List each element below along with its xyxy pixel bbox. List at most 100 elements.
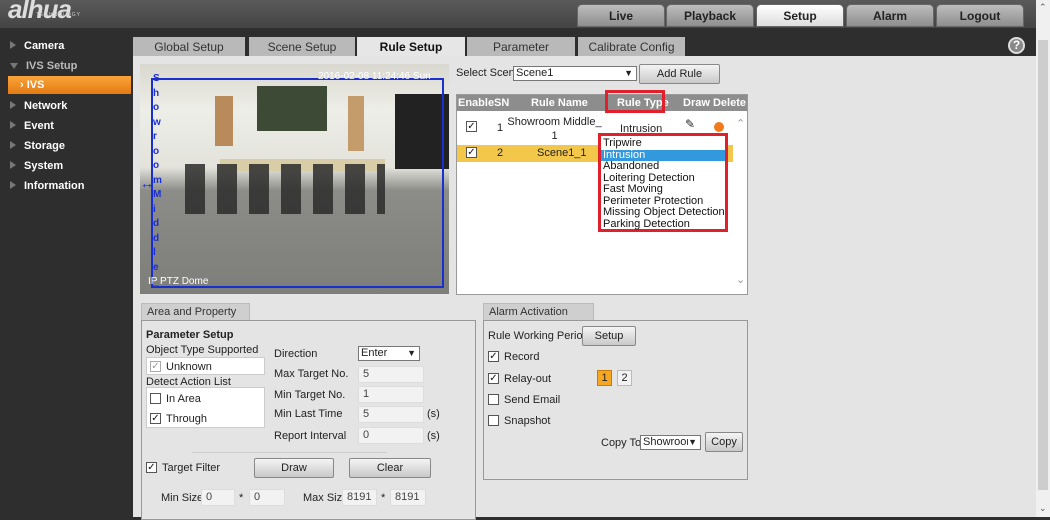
add-rule-button[interactable]: Add Rule: [639, 64, 720, 84]
dropdown-option[interactable]: Abandoned: [601, 160, 725, 173]
nav-tab-playback[interactable]: Playback: [666, 4, 754, 27]
scroll-thumb[interactable]: [1038, 40, 1048, 490]
report-interval-label: Report Interval: [274, 430, 347, 442]
relay-channel-2[interactable]: 2: [617, 370, 632, 386]
rule-type-highlight: [605, 90, 665, 113]
enable-checkbox[interactable]: ✓: [466, 147, 477, 158]
page-scrollbar[interactable]: ⌃ ⌄: [1036, 0, 1050, 517]
tab-global-setup[interactable]: Global Setup: [133, 37, 245, 57]
table-scrollbar[interactable]: ⌃ ⌄: [734, 113, 747, 293]
tab-parameter[interactable]: Parameter: [467, 37, 575, 57]
max-target-input[interactable]: 5: [358, 366, 424, 383]
clear-button[interactable]: Clear: [349, 458, 431, 478]
sidebar-item-label: IVS Setup: [26, 60, 78, 72]
area-property-tab[interactable]: Area and Property Setup: [141, 303, 250, 334]
dropdown-option[interactable]: Tripwire: [601, 137, 725, 150]
through-label: Through: [166, 413, 207, 425]
collapse-arrow-icon: [10, 63, 18, 69]
direction-select[interactable]: Enter ▼: [358, 346, 420, 361]
scroll-down-icon[interactable]: ⌄: [1039, 503, 1047, 514]
area-property-panel: Parameter Setup Object Type Supported ✓ …: [141, 320, 476, 520]
chevron-right-icon: ›: [20, 79, 27, 91]
tab-rule-setup[interactable]: Rule Setup: [357, 37, 465, 57]
relay-out-label: Relay-out: [504, 373, 552, 385]
dropdown-option[interactable]: Parking Detection: [601, 218, 725, 231]
sidebar-item-information[interactable]: Information: [10, 180, 85, 192]
rule-type-dropdown[interactable]: Tripwire Intrusion Abandoned Loitering D…: [598, 133, 728, 232]
rule-label-overlay: ShowroomMiddle_: [153, 73, 162, 287]
draw-button[interactable]: Draw: [254, 458, 334, 478]
sidebar-item-label: System: [24, 160, 64, 172]
nav-tab-live[interactable]: Live: [577, 4, 665, 27]
relay-channel-1[interactable]: 1: [597, 370, 612, 386]
in-area-checkbox[interactable]: [150, 393, 161, 404]
period-setup-button[interactable]: Setup: [582, 326, 636, 346]
sidebar-item-label: IVS: [26, 79, 45, 91]
report-interval-input[interactable]: 0: [358, 427, 424, 444]
expand-arrow-icon: [10, 181, 16, 189]
rule-name: Showroom Middle_ 1: [507, 116, 602, 142]
object-type-label: Object Type Supported: [146, 344, 259, 356]
help-icon[interactable]: ?: [1008, 37, 1025, 54]
scroll-up-icon[interactable]: ⌃: [736, 117, 745, 130]
enable-checkbox[interactable]: ✓: [466, 121, 477, 132]
relay-out-checkbox[interactable]: ✓: [488, 373, 499, 384]
sidebar-item-storage[interactable]: Storage: [10, 140, 65, 152]
times-sign: *: [239, 492, 244, 504]
scroll-up-icon[interactable]: ⌃: [1039, 2, 1047, 13]
osd-channel-name: IP PTZ Dome: [148, 276, 209, 287]
scene-select[interactable]: Scene1 ▼: [513, 66, 637, 81]
through-checkbox[interactable]: ✓: [150, 413, 161, 424]
min-last-time-input[interactable]: 5: [358, 406, 424, 423]
expand-arrow-icon: [10, 121, 16, 129]
target-filter-checkbox[interactable]: ✓: [146, 462, 157, 473]
copy-button[interactable]: Copy: [705, 432, 743, 452]
col-sn: SN: [494, 97, 510, 109]
snapshot-checkbox[interactable]: [488, 415, 499, 426]
object-type-list: ✓ Unknown: [146, 357, 265, 375]
dropdown-option[interactable]: Fast Moving: [601, 183, 725, 196]
min-size-width-input[interactable]: 0: [201, 489, 235, 506]
tab-scene-setup[interactable]: Scene Setup: [249, 37, 355, 57]
min-size-height-input[interactable]: 0: [249, 489, 285, 506]
sidebar-item-label: Camera: [24, 40, 65, 52]
max-size-width-input[interactable]: 8191: [342, 489, 377, 506]
in-area-label: In Area: [166, 393, 201, 405]
sidebar-item-ivs[interactable]: › IVS: [8, 76, 131, 94]
alarm-activation-tab[interactable]: Alarm Activation Setup: [483, 303, 594, 334]
rules-table-header: Enable SN Rule Name Rule Type Draw Delet…: [457, 95, 747, 111]
nav-tab-alarm[interactable]: Alarm: [846, 4, 934, 27]
video-preview[interactable]: ShowroomMiddle_ ↔ 2016-02-08 11:24:46 Su…: [140, 64, 449, 294]
send-email-checkbox[interactable]: [488, 394, 499, 405]
delete-icon[interactable]: [714, 122, 724, 132]
sidebar-item-event[interactable]: Event: [10, 120, 54, 132]
unknown-label: Unknown: [166, 361, 212, 373]
sidebar-item-system[interactable]: System: [10, 160, 63, 172]
expand-arrow-icon: [10, 161, 16, 169]
rule-region-outline[interactable]: [151, 78, 444, 288]
min-target-input[interactable]: 1: [358, 386, 424, 403]
max-target-label: Max Target No.: [274, 368, 349, 380]
copy-to-select[interactable]: Showroor ▼: [640, 435, 701, 450]
nav-tab-setup[interactable]: Setup: [756, 4, 844, 27]
nav-tab-logout[interactable]: Logout: [936, 4, 1024, 27]
logo-tagline: TECHNOLOGY: [36, 12, 82, 18]
sidebar-item-label: Information: [24, 180, 85, 192]
target-filter-label: Target Filter: [162, 462, 221, 474]
alarm-activation-panel: Rule Working Period Setup ✓ Record ✓ Rel…: [483, 320, 748, 480]
min-size-label: Min Size: [161, 492, 204, 504]
sidebar-item-ivs-setup[interactable]: IVS Setup: [10, 60, 77, 72]
scene-select-value: Scene1: [516, 67, 554, 79]
sidebar-item-network[interactable]: Network: [10, 100, 67, 112]
record-checkbox[interactable]: ✓: [488, 351, 499, 362]
col-rule-name: Rule Name: [531, 97, 588, 109]
scroll-down-icon[interactable]: ⌄: [736, 273, 745, 286]
dropdown-option[interactable]: Missing Object Detection: [601, 206, 725, 219]
snapshot-label: Snapshot: [504, 415, 551, 427]
tab-calibrate-config[interactable]: Calibrate Config: [578, 37, 685, 57]
max-size-height-input[interactable]: 8191: [390, 489, 426, 506]
draw-pencil-icon[interactable]: ✎: [685, 117, 695, 131]
sidebar-item-camera[interactable]: Camera: [10, 40, 64, 52]
expand-arrow-icon: [10, 101, 16, 109]
chevron-down-icon: ▼: [624, 68, 633, 78]
